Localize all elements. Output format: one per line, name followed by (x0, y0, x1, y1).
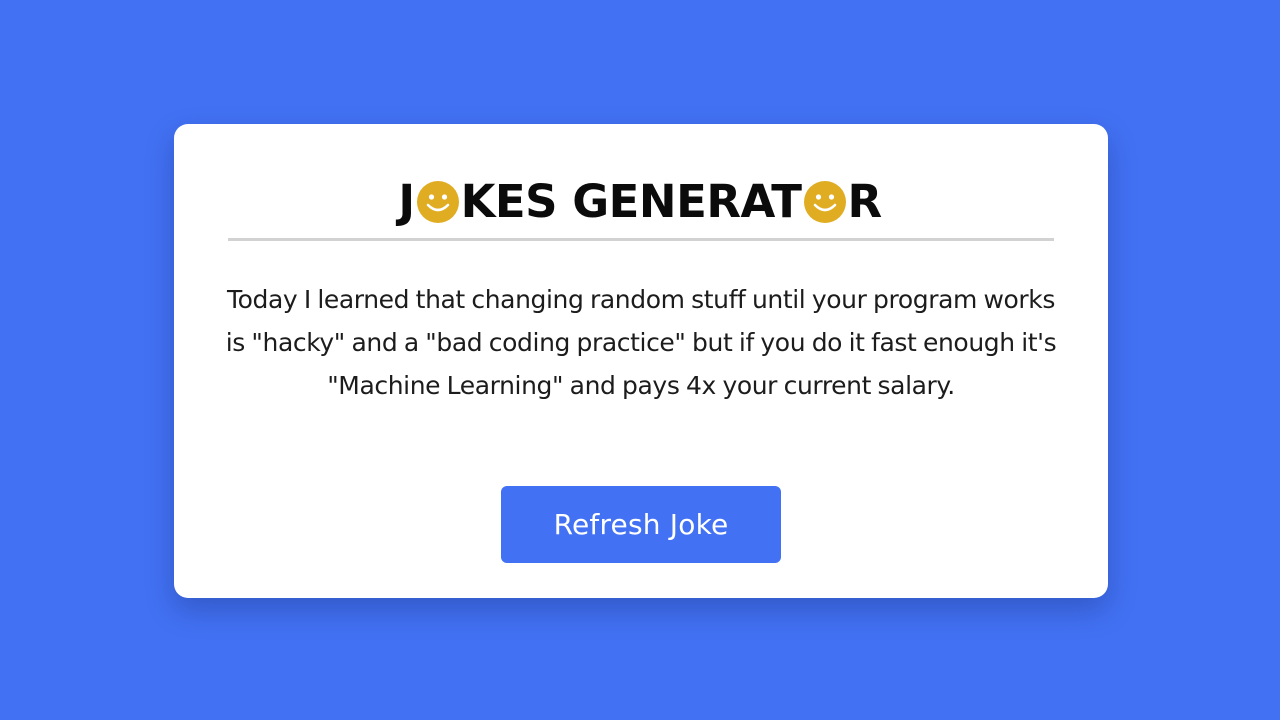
title-text-middle: KES GENERAT (460, 175, 802, 228)
page-title: J KES GENERAT R (0, 168, 1280, 233)
smiley-face-icon (803, 178, 847, 223)
joke-text: Today I learned that changing random stu… (225, 285, 1057, 400)
title-text-end: R (847, 175, 883, 228)
smiley-face-icon (416, 178, 460, 223)
title-text-start: J (398, 175, 415, 228)
title-divider (228, 238, 1054, 241)
refresh-joke-button[interactable]: Refresh Joke (501, 486, 781, 563)
